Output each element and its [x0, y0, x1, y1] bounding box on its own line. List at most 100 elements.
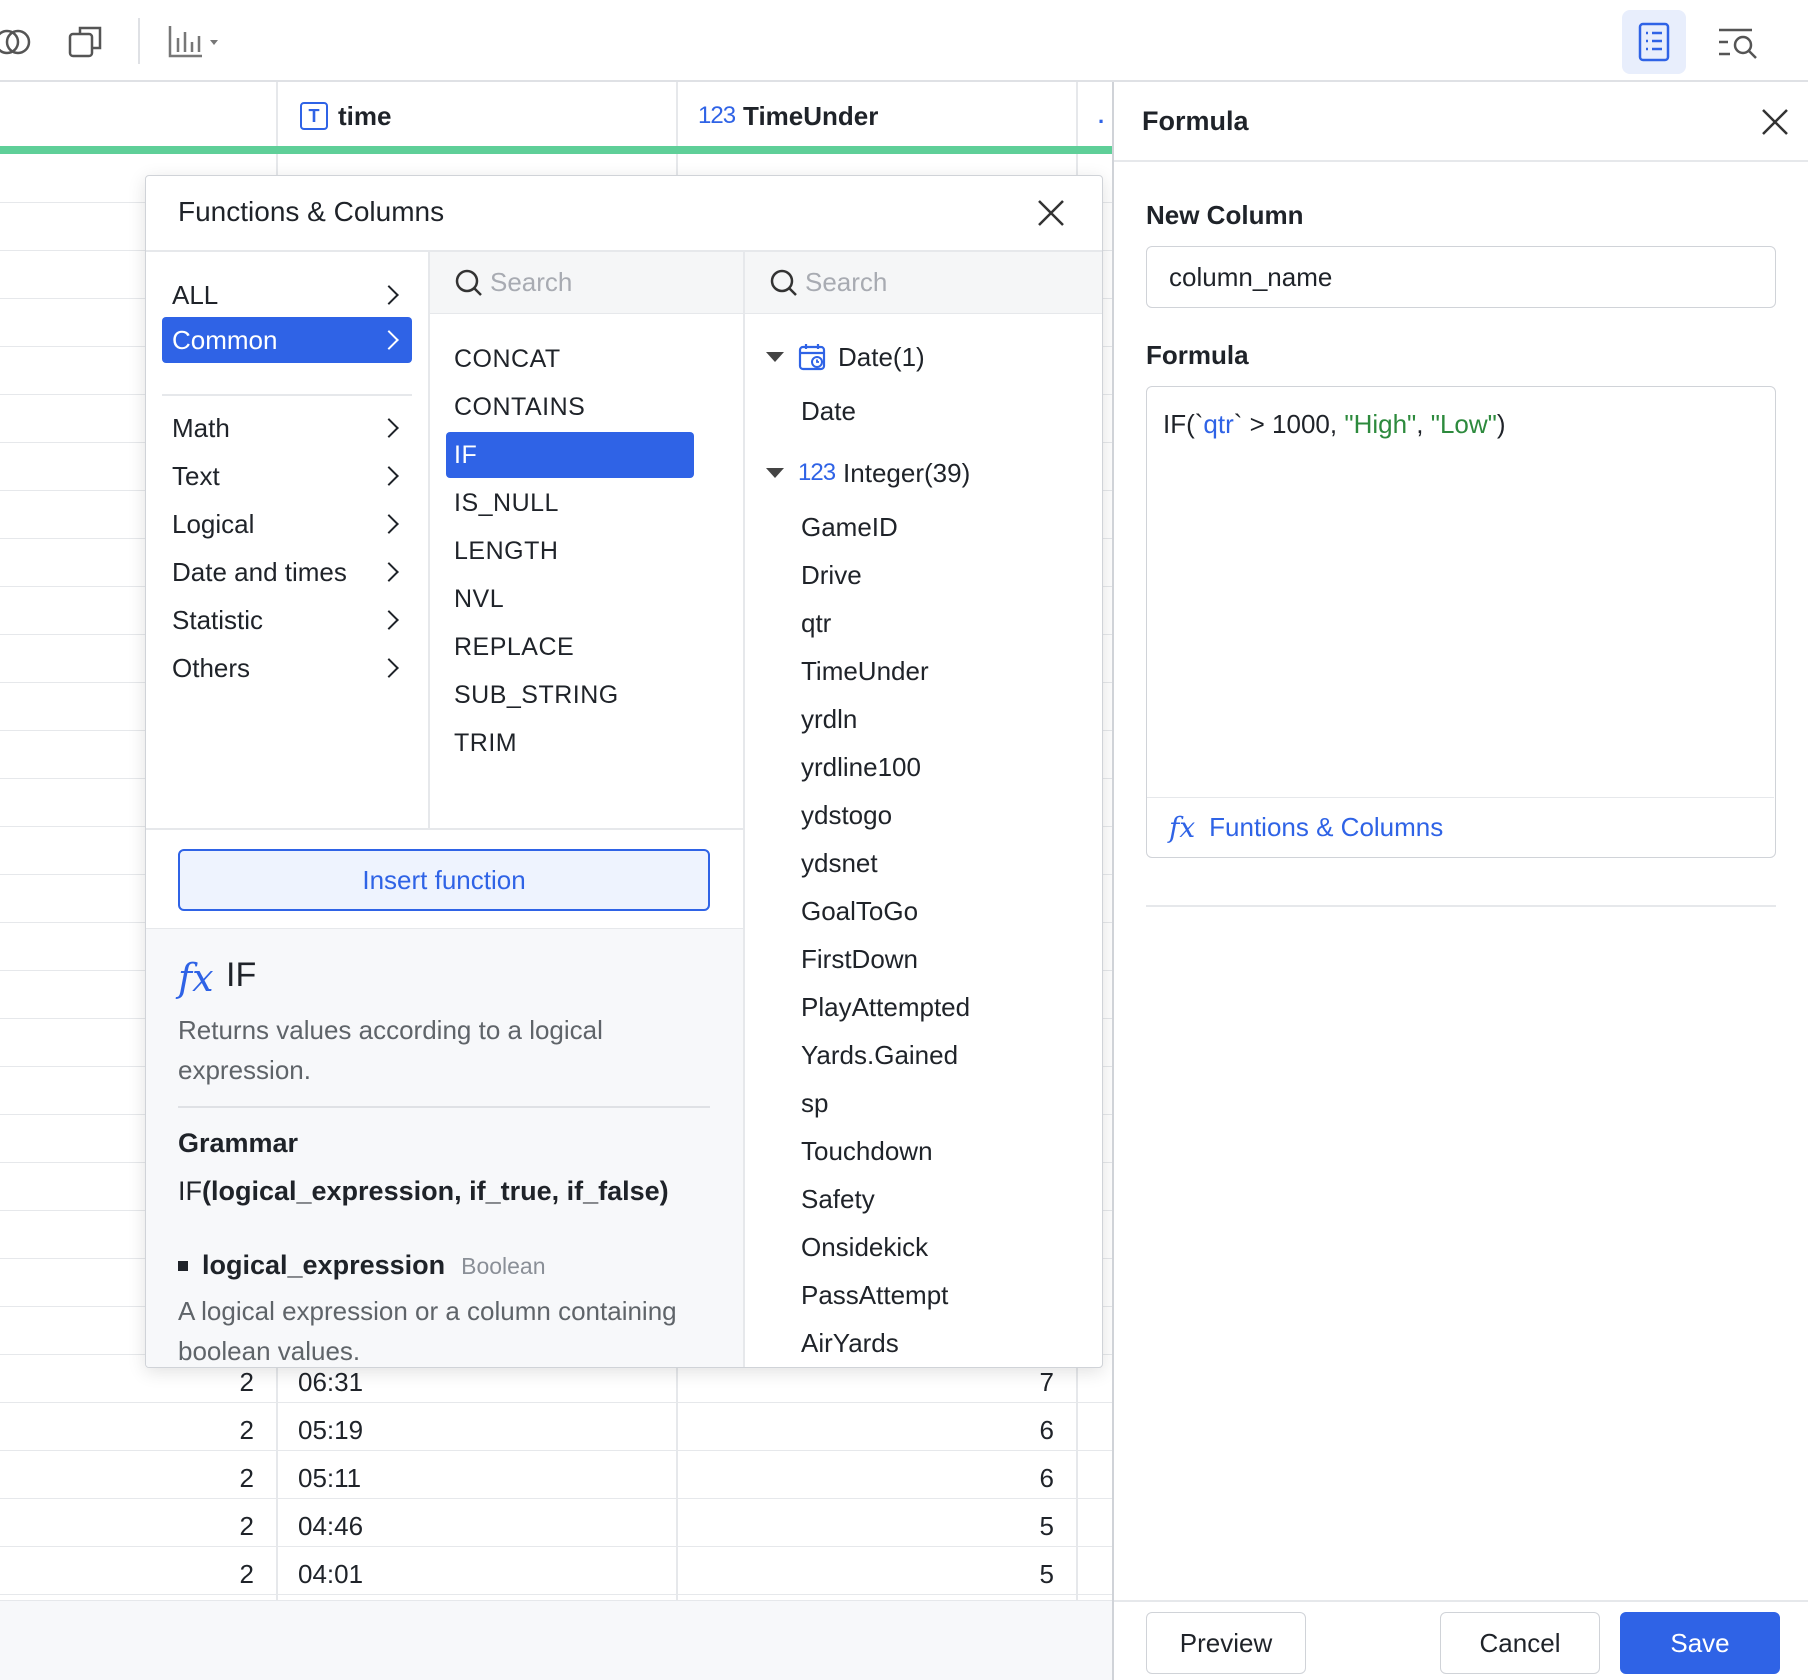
- insert-function-button[interactable]: Insert function: [178, 849, 710, 911]
- column-item[interactable]: ydstogo: [801, 792, 892, 838]
- function-item[interactable]: LENGTH: [446, 528, 694, 574]
- preview-button[interactable]: Preview: [1146, 1612, 1306, 1674]
- cell-time: 05:19: [298, 1415, 364, 1445]
- cell-timeunder: 5: [1039, 1511, 1054, 1541]
- category-label: Math: [172, 412, 230, 443]
- category-date-and-times[interactable]: Date and times: [162, 549, 412, 595]
- formula-label: Formula: [1146, 340, 1249, 370]
- column-name-input[interactable]: column_name: [1146, 246, 1776, 308]
- category-logical[interactable]: Logical: [162, 501, 412, 547]
- toggle-icon[interactable]: [0, 22, 34, 62]
- cell-timeunder: 6: [1039, 1463, 1054, 1493]
- column-item[interactable]: GoalToGo: [801, 888, 918, 934]
- functions-columns-link[interactable]: fx Funtions & Columns: [1147, 797, 1774, 857]
- formula-token: IF(`: [1163, 409, 1204, 439]
- column-header-label: time: [338, 100, 392, 131]
- formula-token: ): [1496, 409, 1506, 439]
- function-item[interactable]: NVL: [446, 576, 694, 622]
- fx-icon: fx: [1169, 811, 1196, 844]
- formula-column-ref: qtr: [1203, 409, 1234, 439]
- list-view-button[interactable]: [1622, 10, 1686, 74]
- function-item[interactable]: REPLACE: [446, 624, 694, 670]
- column-item[interactable]: Touchdown: [801, 1128, 933, 1174]
- column-header-partial[interactable]: .: [1098, 96, 1104, 136]
- column-item[interactable]: Onsidekick: [801, 1224, 928, 1270]
- column-group-date[interactable]: Date(1): [766, 334, 925, 380]
- cell-qtr: 2: [239, 1463, 254, 1493]
- category-text[interactable]: Text: [162, 453, 412, 499]
- search-list-icon[interactable]: [1716, 22, 1760, 62]
- column-item[interactable]: PassAttempt: [801, 1272, 948, 1318]
- param-type: Boolean: [461, 1253, 546, 1279]
- cell-time: 04:01: [298, 1559, 364, 1589]
- formula-string: "High": [1344, 409, 1417, 439]
- column-item[interactable]: GameID: [801, 504, 898, 550]
- category-label: Date and times: [172, 556, 347, 587]
- formula-string: "Low": [1430, 409, 1497, 439]
- column-item[interactable]: TimeUnder: [801, 648, 929, 694]
- column-item[interactable]: Safety: [801, 1176, 875, 1222]
- close-icon[interactable]: [1759, 106, 1791, 138]
- grammar-args: (logical_expression, if_true, if_false): [202, 1176, 669, 1206]
- cell-time: 05:11: [298, 1463, 362, 1493]
- formula-panel: Formula New Column column_name Formula I…: [1112, 82, 1808, 1680]
- function-item[interactable]: CONCAT: [446, 336, 694, 382]
- column-header-time[interactable]: T time: [300, 96, 391, 136]
- column-item[interactable]: qtr: [801, 600, 831, 646]
- column-item[interactable]: Yards.Gained: [801, 1032, 958, 1078]
- text-type-icon: T: [300, 102, 328, 130]
- column-item[interactable]: Date: [801, 388, 856, 434]
- column-search-input[interactable]: Search: [745, 252, 1102, 314]
- chevron-right-icon: [379, 466, 399, 486]
- function-item-selected[interactable]: IF: [446, 432, 694, 478]
- row-divider: [0, 1402, 1112, 1403]
- cancel-button[interactable]: Cancel: [1440, 1612, 1600, 1674]
- divider: [1146, 905, 1776, 907]
- divider: [178, 1106, 710, 1108]
- category-label: Logical: [172, 508, 255, 539]
- column-item[interactable]: PlayAttempted: [801, 984, 970, 1030]
- chart-icon[interactable]: [166, 22, 226, 62]
- category-others[interactable]: Others: [162, 645, 412, 691]
- duplicate-icon[interactable]: [66, 22, 106, 62]
- category-statistic[interactable]: Statistic: [162, 597, 412, 643]
- row-divider: [0, 1594, 1112, 1595]
- chevron-right-icon: [379, 418, 399, 438]
- column-item[interactable]: AirYards: [801, 1320, 899, 1366]
- column-header-timeunder[interactable]: 123 TimeUnder: [698, 96, 878, 136]
- cell-time: 04:46: [298, 1511, 364, 1541]
- caret-down-icon: [766, 468, 784, 478]
- calendar-icon: [798, 344, 826, 371]
- function-item[interactable]: IS_NULL: [446, 480, 694, 526]
- caret-down-icon: [766, 352, 784, 362]
- formula-text[interactable]: IF(`qtr` > 1000, "High", "Low"): [1163, 409, 1506, 440]
- panel-title: Formula: [1142, 106, 1249, 136]
- divider: [1114, 1600, 1808, 1602]
- category-label: Text: [172, 460, 220, 491]
- column-item[interactable]: sp: [801, 1080, 828, 1126]
- new-column-label: New Column: [1146, 200, 1304, 230]
- close-icon[interactable]: [1034, 196, 1068, 230]
- column-item[interactable]: Drive: [801, 552, 862, 598]
- column-item[interactable]: yrdln: [801, 696, 857, 742]
- param-name: logical_expression: [202, 1250, 446, 1280]
- column-item[interactable]: ydsnet: [801, 840, 878, 886]
- cell-qtr: 2: [239, 1415, 254, 1445]
- column-item[interactable]: yrdline100: [801, 744, 921, 790]
- save-button[interactable]: Save: [1620, 1612, 1780, 1674]
- category-math[interactable]: Math: [162, 405, 412, 451]
- param-row: logical_expression Boolean: [178, 1250, 546, 1281]
- function-item[interactable]: SUB_STRING: [446, 672, 694, 718]
- column-group-integer[interactable]: 123 Integer(39): [766, 450, 970, 496]
- formula-editor[interactable]: IF(`qtr` > 1000, "High", "Low") fx Funti…: [1146, 386, 1776, 858]
- category-label: Others: [172, 652, 251, 683]
- search-placeholder: Search: [490, 267, 573, 297]
- function-search-input[interactable]: Search: [430, 252, 743, 314]
- function-item[interactable]: TRIM: [446, 720, 694, 766]
- grid-footer: [0, 1600, 1112, 1680]
- function-item[interactable]: CONTAINS: [446, 384, 694, 430]
- integer-type-icon: 123: [798, 459, 836, 486]
- category-common[interactable]: Common: [162, 317, 412, 363]
- column-item[interactable]: FirstDown: [801, 936, 918, 982]
- category-all[interactable]: ALL: [162, 272, 412, 318]
